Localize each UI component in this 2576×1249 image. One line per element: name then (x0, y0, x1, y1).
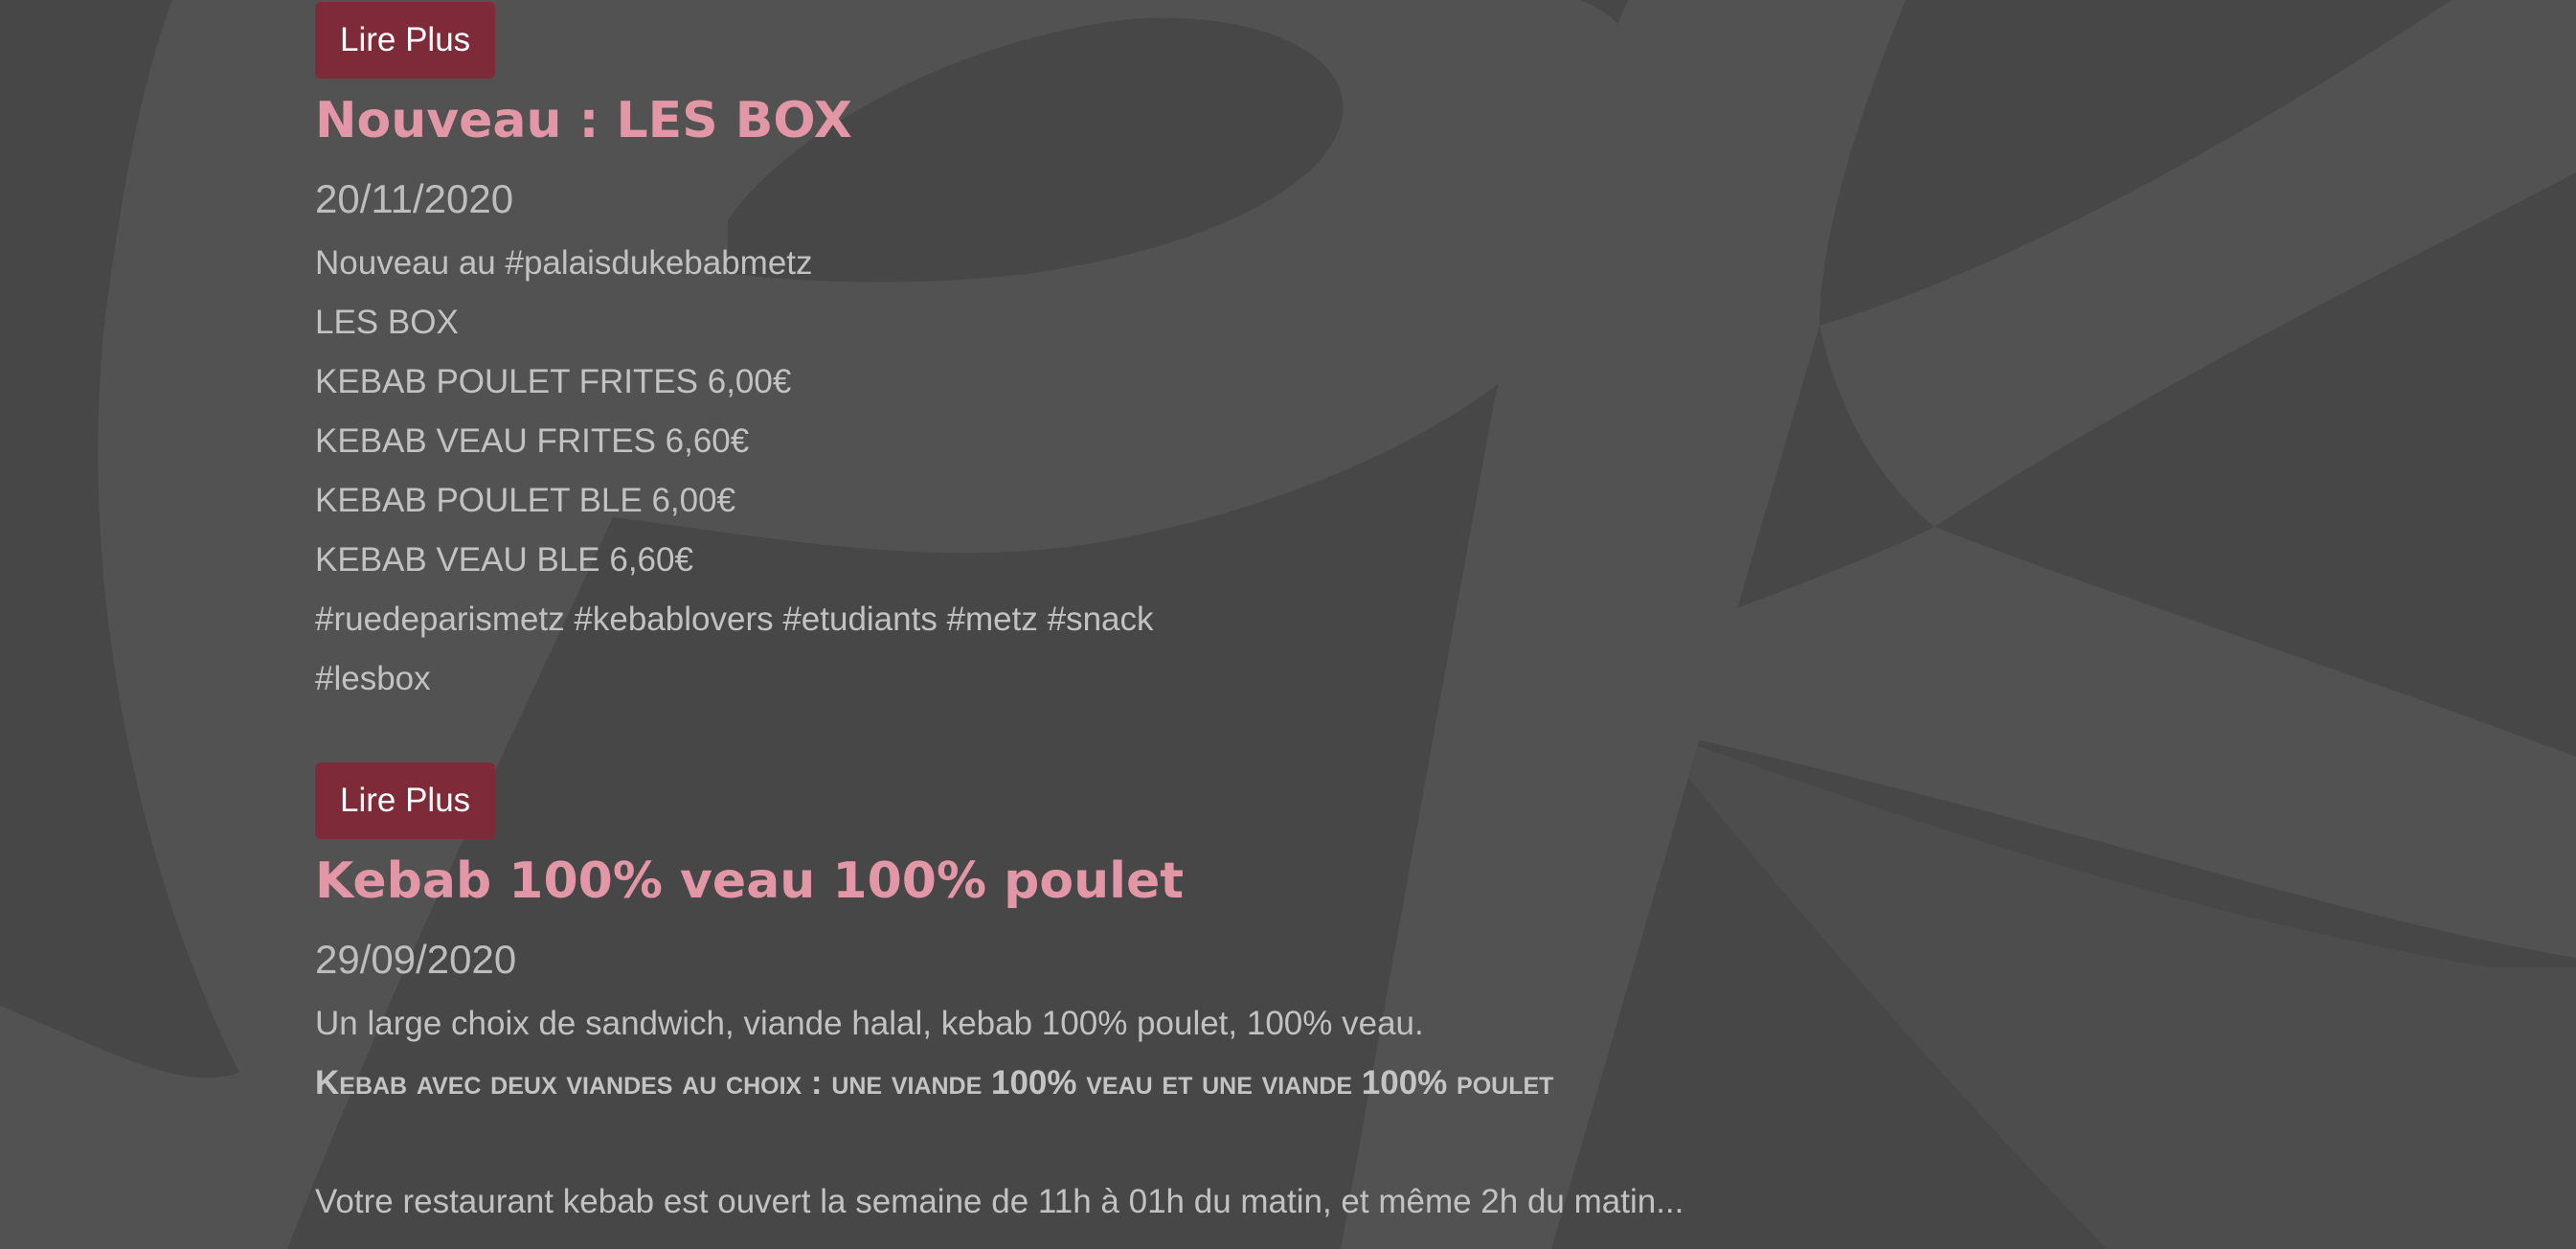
article-title[interactable]: Nouveau : LES BOX (315, 88, 1154, 153)
article-date: 20/11/2020 (315, 176, 514, 221)
article-text-line: Un large choix de sandwich, viande halal… (315, 1005, 1424, 1042)
news-article: Lire Plus Nouveau : LES BOX 20/11/2020 N… (315, 2, 1154, 709)
article-text-line: KEBAB VEAU FRITES 6,60€ (315, 422, 750, 460)
read-more-button[interactable]: Lire Plus (315, 2, 496, 79)
article-title[interactable]: Kebab 100% veau 100% poulet (315, 849, 1683, 914)
article-body: Nouveau au #palaisdukebabmetz LES BOX KE… (315, 234, 1154, 709)
article-text-line: KEBAB POULET FRITES 6,00€ (315, 363, 792, 400)
article-text-line: KEBAB VEAU BLE 6,60€ (315, 541, 693, 579)
article-hashtags: #ruedeparismetz #kebablovers #etudiants … (315, 601, 1154, 638)
article-date: 29/09/2020 (315, 937, 517, 982)
news-article: Lire Plus Kebab 100% veau 100% poulet 29… (315, 762, 1683, 1232)
article-text-line: Votre restaurant kebab est ouvert la sem… (315, 1183, 1684, 1220)
article-text-line: Nouveau au #palaisdukebabmetz (315, 244, 813, 282)
article-body: Un large choix de sandwich, viande halal… (315, 994, 1683, 1232)
article-text-line: Kebab avec deux viandes au choix : une v… (315, 1064, 1554, 1101)
article-hashtags: #lesbox (315, 660, 431, 697)
article-text-line: LES BOX (315, 304, 459, 341)
read-more-button[interactable]: Lire Plus (315, 762, 496, 839)
article-text-line: KEBAB POULET BLE 6,00€ (315, 482, 736, 519)
